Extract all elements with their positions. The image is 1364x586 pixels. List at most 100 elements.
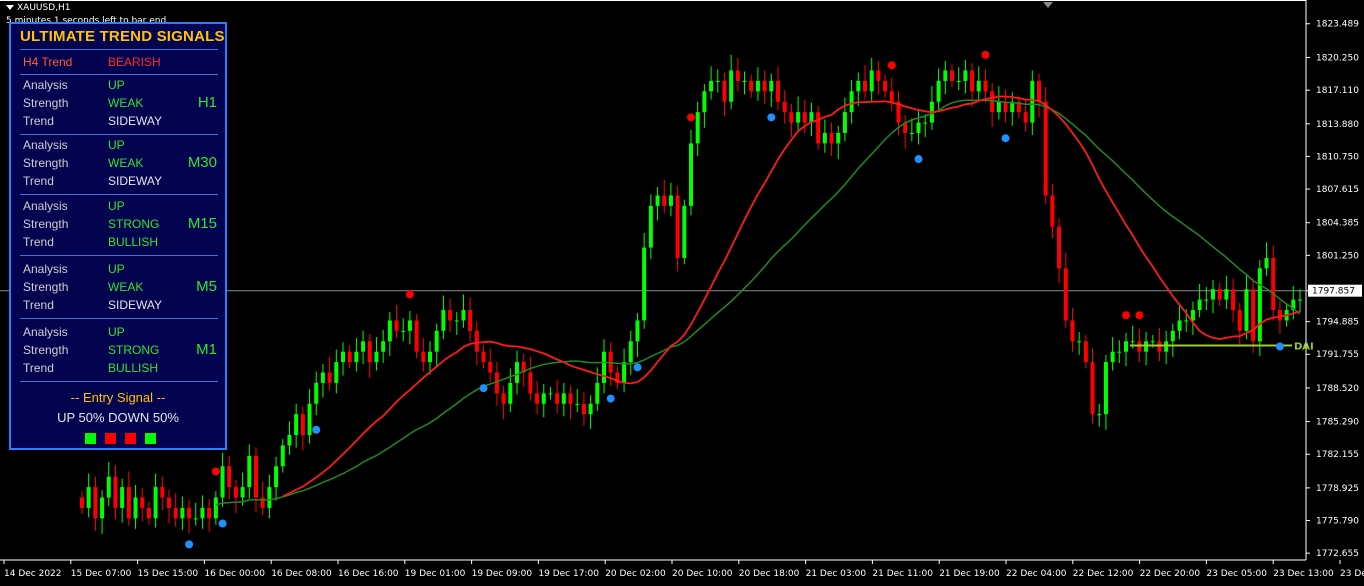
candle-body: [662, 195, 667, 206]
candle-body: [474, 330, 479, 352]
time-tick-label: 23 Dec 21:00: [1340, 569, 1364, 579]
candle-body: [468, 310, 473, 331]
candle-body: [1197, 299, 1202, 311]
candle-body: [655, 195, 660, 206]
candle-body: [106, 476, 111, 498]
trend-label-h1: Trend: [23, 114, 54, 128]
time-tick-label: 14 Dec 2022: [4, 569, 62, 579]
price-tick-label: 1791.755: [1316, 350, 1359, 360]
candle-body: [515, 362, 519, 383]
sell-signal-dot: [1135, 311, 1144, 320]
candle-body: [93, 487, 98, 519]
candle-body: [956, 80, 961, 82]
price-tick-label: 1810.750: [1316, 152, 1359, 162]
candle-body: [1037, 80, 1041, 102]
candle-body: [568, 393, 573, 404]
strength-label-h1: Strength: [23, 96, 69, 110]
candle-body: [749, 80, 754, 92]
candle-body: [876, 70, 881, 81]
buy-signal-dot: [606, 394, 615, 403]
time-tick-label: 22 Dec 12:00: [1073, 569, 1134, 579]
candle-body: [842, 112, 847, 133]
divider: [20, 318, 218, 319]
candle-body: [1237, 310, 1242, 331]
price-tick-label: 1823.489: [1316, 20, 1359, 30]
candle-body: [294, 414, 299, 436]
candle-body: [133, 497, 138, 519]
signal-box-0: [85, 433, 96, 444]
candle-body: [1097, 414, 1102, 416]
strength-value-m15: STRONG: [108, 217, 160, 231]
strength-value-m5: WEAK: [108, 280, 144, 294]
candle-body: [802, 112, 807, 123]
time-tick-label: 21 Dec 19:00: [939, 569, 1000, 579]
candle-body: [709, 80, 714, 92]
buy-signal-dot: [185, 540, 194, 549]
candle-body: [347, 351, 352, 363]
sell-signal-dot: [981, 50, 990, 59]
candle-body: [923, 122, 928, 124]
candle-body: [909, 132, 914, 134]
candle-body: [1003, 101, 1008, 113]
time-tick-label: 19 Dec 17:00: [538, 569, 599, 579]
buy-signal-dot: [767, 113, 776, 122]
candle-body: [1030, 80, 1035, 123]
candle-body: [963, 70, 968, 81]
price-tick-label: 1782.155: [1316, 450, 1359, 460]
candle-body: [695, 112, 700, 144]
candle-body: [983, 80, 988, 92]
buy-signal-dot: [1001, 134, 1010, 143]
candle-body: [1231, 289, 1236, 311]
buy-signal-dot: [633, 363, 642, 372]
trend-label-m1: Trend: [23, 361, 54, 375]
time-tick-label: 16 Dec 16:00: [338, 569, 399, 579]
time-tick-label: 16 Dec 08:00: [271, 569, 332, 579]
time-tick-label: 21 Dec 11:00: [872, 569, 933, 579]
candle-body: [267, 487, 272, 508]
timeframe-m30: M30: [187, 154, 217, 171]
candle-body: [1070, 320, 1075, 342]
candle-body: [1204, 299, 1209, 301]
up-down-percent: UP 50% DOWN 50%: [57, 410, 179, 425]
candle-body: [722, 80, 727, 102]
candle-body: [976, 80, 981, 92]
candle-body: [689, 143, 693, 206]
candle-body: [233, 487, 238, 498]
buy-signal-dot: [914, 155, 923, 164]
level-label: DAI: [1294, 341, 1314, 352]
h4-trend-value: BEARISH: [108, 55, 161, 69]
candle-body: [501, 393, 506, 404]
sell-signal-dot: [1122, 311, 1130, 320]
candle-body: [742, 80, 747, 82]
sell-signal-dot: [405, 290, 414, 299]
candle-body: [1184, 320, 1189, 322]
candle-body: [1043, 101, 1048, 196]
candle-body: [1144, 341, 1149, 352]
candle-body: [254, 455, 258, 498]
candle-body: [642, 247, 647, 321]
candle-body: [153, 487, 158, 519]
candle-body: [561, 393, 566, 404]
candle-body: [367, 341, 372, 363]
candle-body: [454, 320, 459, 322]
candle-body: [575, 403, 580, 405]
candle-body: [113, 476, 118, 508]
candle-body: [461, 310, 466, 321]
price-tick-label: 1778.925: [1316, 484, 1359, 494]
candle-body: [160, 487, 165, 498]
candle-body: [1170, 330, 1175, 342]
candle-body: [1124, 341, 1128, 352]
candle-body: [187, 507, 192, 519]
dropdown-triangle-icon[interactable]: [6, 5, 14, 10]
candle-body: [1177, 320, 1182, 331]
symbol-title-text: XAUUSD,H1: [17, 3, 71, 13]
candle-body: [300, 414, 305, 436]
trend-value-m30: SIDEWAY: [108, 174, 163, 188]
candle-body: [1130, 341, 1135, 343]
strength-label-m15: Strength: [23, 217, 69, 231]
h4-trend-label: H4 Trend: [23, 55, 73, 69]
candle-body: [1211, 289, 1215, 300]
chart-symbol-title: XAUUSD,H1: [6, 3, 71, 14]
time-tick-label: 22 Dec 04:00: [1006, 569, 1067, 579]
candle-body: [635, 320, 640, 342]
